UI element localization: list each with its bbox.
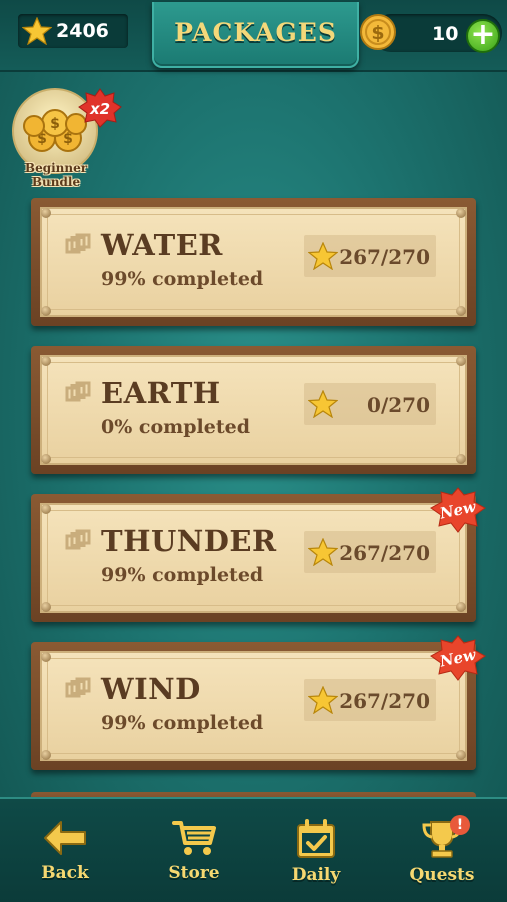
star-icon (21, 16, 53, 49)
package-stars-value: 267/270 (339, 689, 430, 713)
coin-icon: $ (358, 12, 398, 56)
quests-label: Quests (409, 865, 475, 885)
star-icon (307, 685, 339, 718)
quests-button[interactable]: ! Quests (392, 815, 492, 885)
calendar-icon (266, 819, 366, 859)
package-card[interactable]: THUNDER 99% completed 267/270 New (31, 487, 486, 622)
package-name: EARTH (101, 376, 221, 410)
rivet (456, 306, 466, 316)
rivet (41, 602, 51, 612)
knot-icon (64, 527, 94, 559)
stars-counter: 2406 (18, 14, 128, 48)
store-button[interactable]: Store (144, 819, 244, 883)
svg-text:$: $ (50, 116, 60, 132)
package-name: THUNDER (101, 524, 277, 558)
package-progress: 99% completed (101, 268, 264, 290)
rivet (41, 208, 51, 218)
rivet (456, 454, 466, 464)
package-name: WATER (101, 228, 223, 262)
bottom-nav: Back Store Daily ! Quests (0, 797, 507, 902)
multiplier-badge: x2 (78, 88, 122, 132)
cart-icon (144, 819, 244, 857)
daily-label: Daily (291, 865, 341, 885)
rivet (456, 602, 466, 612)
package-stars-value: 0/270 (367, 393, 430, 417)
package-stars-value: 267/270 (339, 541, 430, 565)
rivet (41, 356, 51, 366)
plus-icon: + (470, 17, 496, 52)
page-title: PACKAGES (174, 18, 337, 47)
back-label: Back (41, 863, 89, 883)
knot-icon (64, 379, 94, 411)
rivet (41, 750, 51, 760)
new-badge: New (430, 487, 486, 537)
back-arrow-icon (15, 819, 115, 857)
rivet (456, 750, 466, 760)
package-stars: 0/270 (304, 383, 436, 425)
package-progress: 0% completed (101, 416, 250, 438)
knot-icon (64, 675, 94, 707)
beginner-bundle-button[interactable]: $ $ $ x2 Beginner Bundle (10, 88, 122, 194)
package-card[interactable]: EARTH 0% completed 0/270 (31, 346, 476, 474)
package-card[interactable]: WATER 99% completed 267/270 (31, 198, 476, 326)
star-icon (307, 537, 339, 570)
star-icon (307, 241, 339, 274)
package-name: WIND (101, 672, 201, 706)
store-label: Store (168, 863, 220, 883)
svg-text:$: $ (371, 22, 384, 44)
bundle-label-line2: Bundle (31, 175, 81, 189)
package-stars: 267/270 (304, 679, 436, 721)
page-title-tab: PACKAGES (152, 2, 359, 68)
star-icon (307, 389, 339, 422)
package-stars-value: 267/270 (339, 245, 430, 269)
rivet (456, 208, 466, 218)
top-bar: 2406 PACKAGES $ 10 + (0, 0, 507, 72)
rivet (41, 504, 51, 514)
trophy-icon (392, 819, 492, 859)
package-card[interactable]: WIND 99% completed 267/270 New (31, 635, 486, 770)
package-stars: 267/270 (304, 531, 436, 573)
knot-icon (64, 231, 94, 263)
multiplier-text: x2 (89, 100, 110, 118)
stars-value: 2406 (56, 20, 109, 42)
rivet (41, 454, 51, 464)
quests-alert-badge: ! (450, 815, 470, 835)
back-button[interactable]: Back (15, 819, 115, 883)
rivet (41, 652, 51, 662)
rivet (41, 306, 51, 316)
package-progress: 99% completed (101, 564, 264, 586)
coins-value: 10 (432, 23, 459, 45)
package-progress: 99% completed (101, 712, 264, 734)
daily-button[interactable]: Daily (266, 819, 366, 885)
package-stars: 267/270 (304, 235, 436, 277)
new-badge: New (430, 635, 486, 685)
bundle-label-line1: Beginner (24, 161, 88, 175)
rivet (456, 356, 466, 366)
add-coins-button[interactable]: + (466, 17, 500, 53)
